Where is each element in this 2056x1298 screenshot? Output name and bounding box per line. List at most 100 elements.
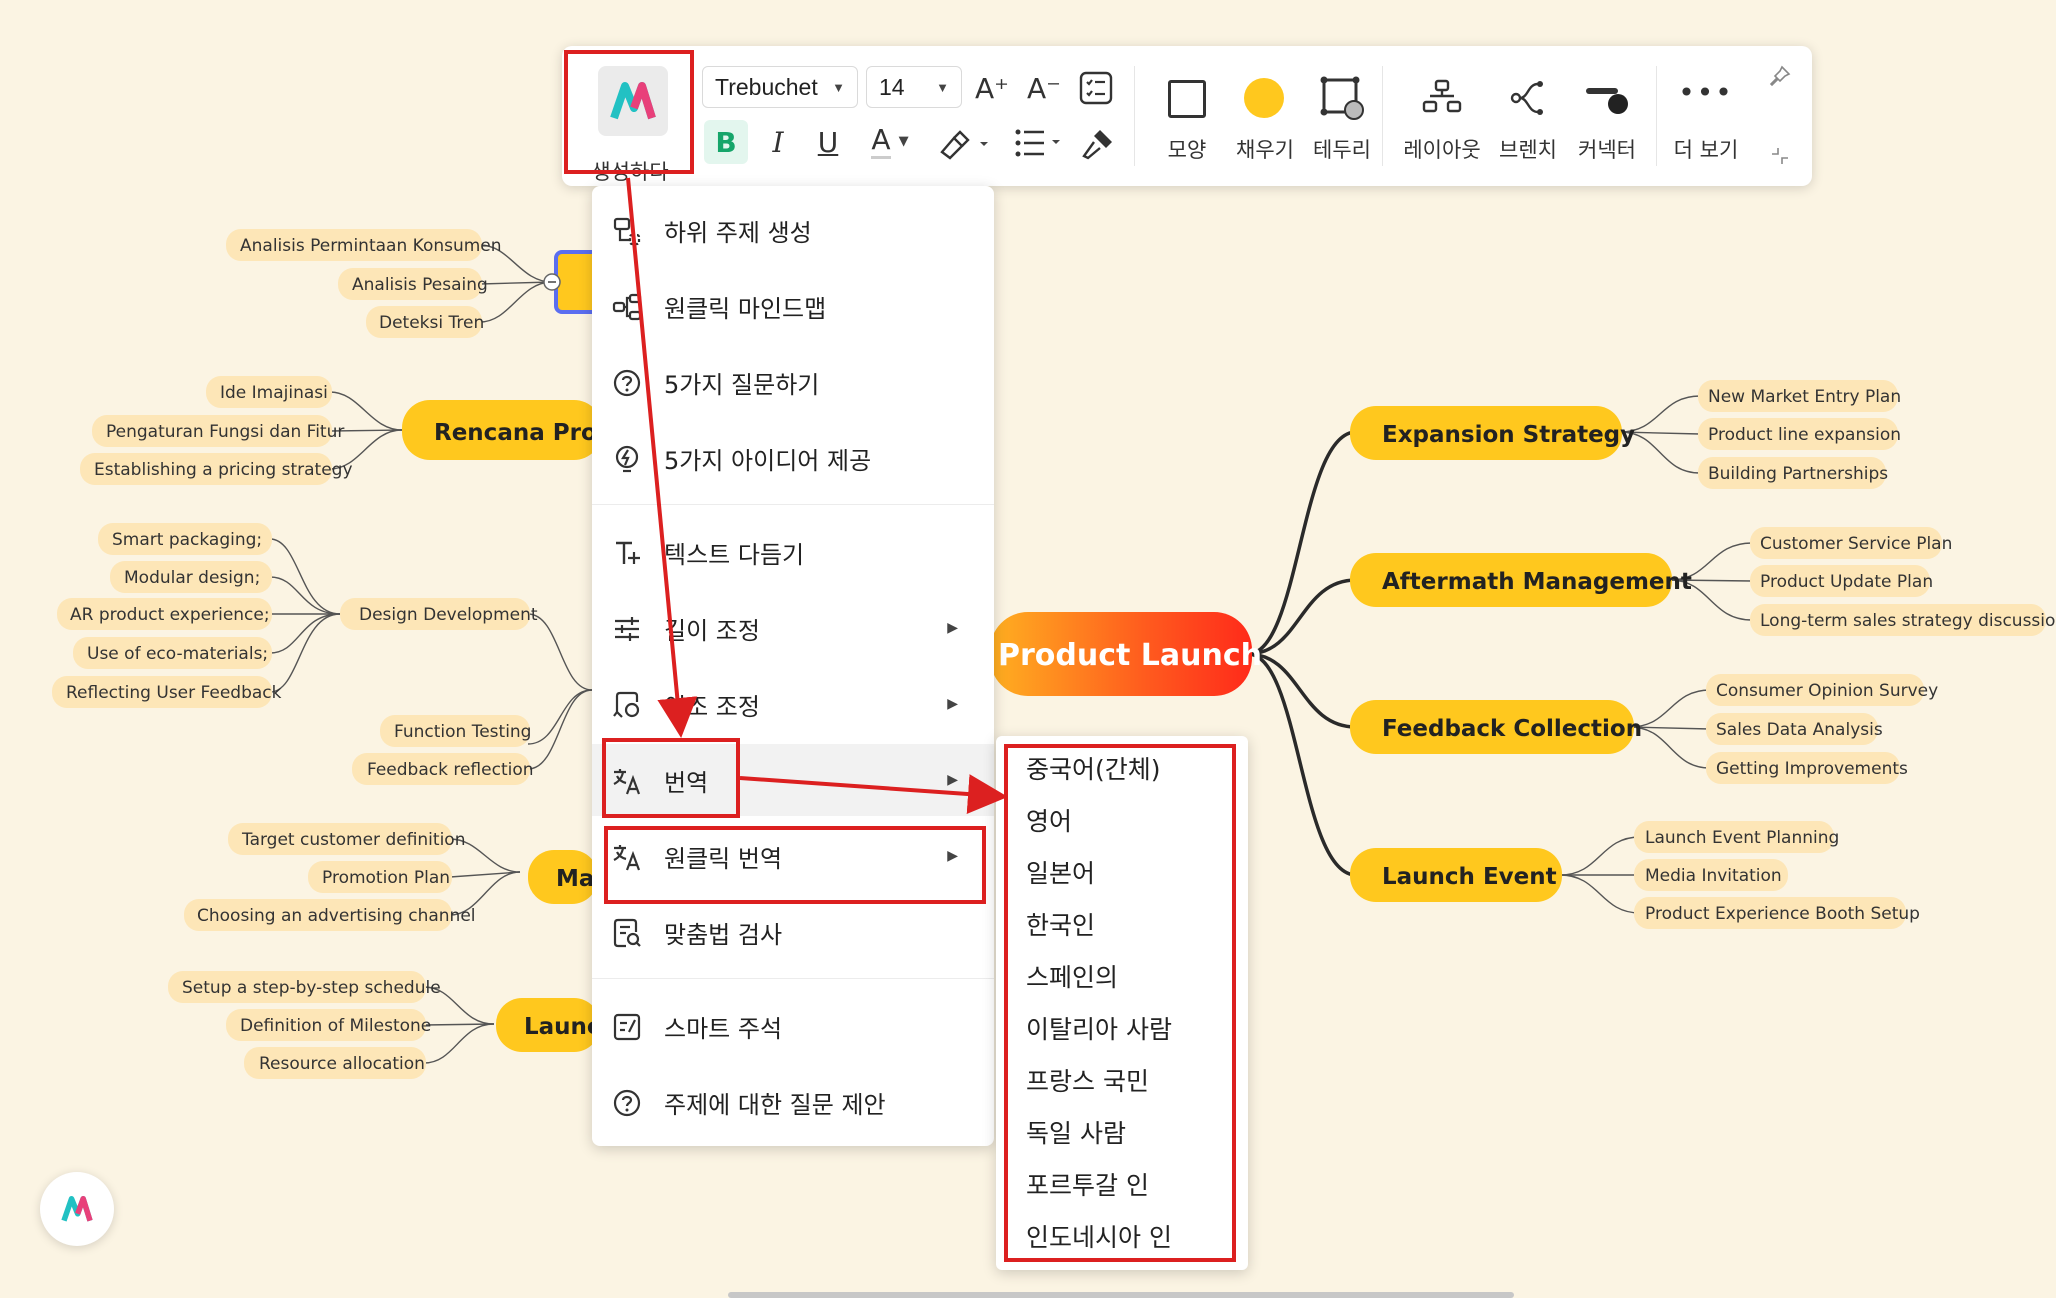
menu-item-one-click-translate[interactable]: 원클릭 번역 ▶ (592, 820, 994, 892)
menu-item-smart-annotation[interactable]: 스마트 주석 (592, 990, 994, 1062)
menu-item-label: 맞춤법 검사 (664, 920, 783, 949)
pin-icon[interactable] (1768, 64, 1792, 88)
svg-text:Analisis Permintaan Konsumen: Analisis Permintaan Konsumen (240, 236, 502, 256)
menu-item-spellcheck[interactable]: 맞춤법 검사 (592, 896, 994, 968)
underline-button[interactable]: U (808, 120, 848, 164)
menu-item-adjust-tone[interactable]: 어조 조정 ▶ (592, 668, 994, 740)
font-color-label: A (871, 123, 891, 159)
font-size-select[interactable]: 14 ▼ (866, 66, 962, 108)
menu-item-label: 번역 (664, 768, 709, 797)
app-logo-button[interactable] (40, 1172, 114, 1246)
leaf-node[interactable]: Modular design; (110, 561, 272, 593)
topic-marketing[interactable]: Ma (528, 850, 598, 904)
format-painter-icon[interactable] (1080, 126, 1116, 162)
lang-option-german[interactable]: 독일 사람 (1026, 1114, 1126, 1150)
layout-button[interactable]: 레이아웃 (1394, 76, 1490, 176)
leaf-node[interactable]: Promotion Plan (308, 861, 452, 893)
leaf-node[interactable]: Consumer Opinion Survey (1706, 674, 1938, 706)
lang-option-portuguese[interactable]: 포르투갈 인 (1026, 1166, 1149, 1202)
menu-item-adjust-length[interactable]: 길이 조정 ▶ (592, 592, 994, 664)
leaf-node[interactable]: Smart packaging; (98, 523, 272, 555)
leaf-node[interactable]: Use of eco-materials; (73, 637, 272, 669)
font-color-button[interactable]: A ▼ (860, 118, 920, 164)
leaf-node[interactable]: Launch Event Planning (1634, 821, 1839, 853)
svg-text:Consumer Opinion Survey: Consumer Opinion Survey (1716, 681, 1938, 701)
menu-item-label: 스마트 주석 (664, 1014, 783, 1043)
svg-text:Design Development: Design Development (359, 605, 538, 625)
leaf-node[interactable]: Establishing a pricing strategy (80, 453, 353, 485)
leaf-node[interactable]: Target customer definition (228, 823, 465, 855)
generate-button[interactable]: 생성하다 (590, 64, 670, 184)
more-label: 더 보기 (1673, 138, 1739, 162)
lang-option-indonesian[interactable]: 인도네시아 인 (1026, 1218, 1172, 1254)
leaf-node[interactable]: Deteksi Tren (366, 306, 484, 338)
leaf-node[interactable]: Function Testing (380, 715, 531, 747)
connector-button[interactable]: 커넥터 (1566, 76, 1648, 176)
menu-item-polish-text[interactable]: 텍스트 다듬기 (592, 516, 994, 588)
menu-item-suggest-questions[interactable]: 주제에 대한 질문 제안 (592, 1066, 994, 1138)
list-button[interactable] (1012, 124, 1070, 162)
svg-text:Use of eco-materials;: Use of eco-materials; (87, 644, 268, 664)
leaf-node[interactable]: Analisis Pesaing (338, 268, 488, 300)
topic-feedback-collection[interactable]: Feedback Collection (1350, 700, 1642, 754)
lang-option-english[interactable]: 영어 (1026, 802, 1072, 838)
leaf-node[interactable]: Analisis Permintaan Konsumen (226, 229, 502, 261)
leaf-node[interactable]: Resource allocation (244, 1047, 426, 1079)
leaf-node[interactable]: Choosing an advertising channel (184, 899, 476, 931)
lang-option-korean[interactable]: 한국인 (1026, 906, 1095, 942)
svg-text:Deteksi Tren: Deteksi Tren (379, 313, 484, 333)
leaf-node[interactable]: Product Experience Booth Setup (1634, 897, 1920, 929)
menu-item-five-ideas[interactable]: 5가지 아이디어 제공 (592, 422, 994, 494)
leaf-node[interactable]: Building Partnerships (1698, 457, 1888, 489)
increase-font-button[interactable]: A⁺ (972, 68, 1012, 108)
menu-item-translate[interactable]: 번역 ▶ (592, 744, 994, 816)
lang-option-japanese[interactable]: 일본어 (1026, 854, 1095, 890)
lang-option-chinese-simplified[interactable]: 중국어(간체) (1026, 750, 1161, 786)
leaf-node[interactable]: AR product experience; (57, 598, 272, 630)
highlighter-button[interactable] (936, 124, 996, 162)
leaf-node[interactable]: Product line expansion (1698, 418, 1901, 450)
leaf-node[interactable]: Ide Imajinasi (206, 376, 332, 408)
menu-item-one-click-mindmap[interactable]: 원클릭 마인드맵 (592, 270, 994, 342)
font-family-select[interactable]: Trebuchet ▼ (702, 66, 858, 108)
leaf-node[interactable]: Product Update Plan (1750, 565, 1933, 597)
svg-text:Feedback Collection: Feedback Collection (1382, 716, 1642, 742)
leaf-node[interactable]: Design Development (340, 598, 538, 630)
leaf-node[interactable]: Sales Data Analysis (1706, 713, 1883, 745)
leaf-node[interactable]: Long-term sales strategy discussion (1750, 604, 2056, 636)
border-button[interactable]: 테두리 (1302, 76, 1382, 176)
horizontal-scrollbar[interactable] (728, 1292, 1514, 1298)
menu-item-ask-five-questions[interactable]: 5가지 질문하기 (592, 346, 994, 418)
branch-button[interactable]: 브렌치 (1492, 76, 1564, 176)
leaf-node[interactable]: Pengaturan Fungsi dan Fitur (92, 415, 344, 447)
topic-expansion-strategy[interactable]: Expansion Strategy (1350, 406, 1635, 460)
decrease-font-button[interactable]: A⁻ (1024, 68, 1064, 108)
leaf-node[interactable]: New Market Entry Plan (1698, 380, 1901, 412)
root-node[interactable]: Product Launch (990, 612, 1262, 696)
more-dots-icon: ••• (1678, 76, 1734, 109)
topic-launch[interactable]: Launc (496, 998, 601, 1052)
italic-button[interactable]: I (758, 120, 798, 164)
more-button[interactable]: ••• 더 보기 (1664, 76, 1748, 176)
leaf-node[interactable]: Definition of Milestone (226, 1009, 431, 1041)
collapse-toolbar-icon[interactable] (1768, 144, 1792, 168)
border-icon (1320, 76, 1364, 120)
topic-aftermath-management[interactable]: Aftermath Management (1350, 553, 1692, 607)
leaf-node[interactable]: Customer Service Plan (1750, 527, 1952, 559)
leaf-node[interactable]: Setup a step-by-step schedule (168, 971, 441, 1003)
lang-option-italian[interactable]: 이탈리아 사람 (1026, 1010, 1172, 1046)
checklist-icon[interactable] (1078, 70, 1114, 106)
svg-text:Definition of Milestone: Definition of Milestone (240, 1016, 431, 1036)
topic-launch-event[interactable]: Launch Event (1350, 848, 1562, 902)
fill-button[interactable]: 채우기 (1222, 76, 1308, 176)
leaf-node[interactable]: Feedback reflection (352, 753, 534, 785)
lang-option-french[interactable]: 프랑스 국민 (1026, 1062, 1149, 1098)
bold-button[interactable]: B (704, 120, 748, 164)
leaf-node[interactable]: Getting Improvements (1706, 752, 1908, 784)
svg-text:Aftermath Management: Aftermath Management (1382, 569, 1692, 595)
lang-option-spanish[interactable]: 스페인의 (1026, 958, 1118, 994)
leaf-node[interactable]: Reflecting User Feedback (52, 676, 282, 708)
leaf-node[interactable]: Media Invitation (1634, 859, 1788, 891)
menu-item-generate-subtopic[interactable]: 하위 주제 생성 (592, 194, 994, 266)
shape-button[interactable]: 모양 (1152, 76, 1222, 176)
